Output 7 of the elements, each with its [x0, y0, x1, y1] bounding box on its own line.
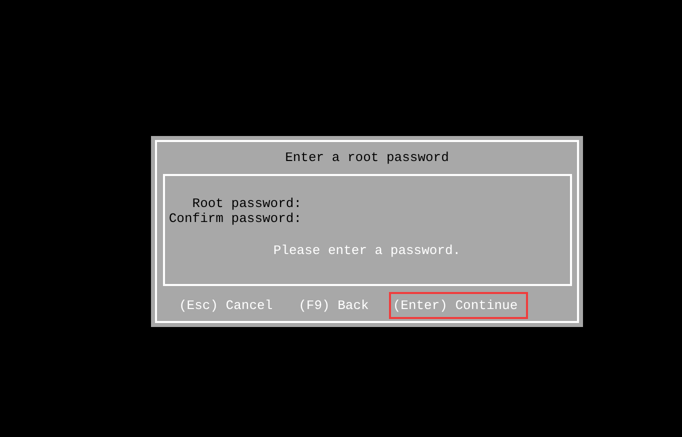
key-action[interactable]: (Enter) Continue — [388, 292, 528, 319]
field-label: Confirm password: — [168, 211, 302, 226]
key-action[interactable]: (Esc) Cancel — [179, 292, 273, 319]
key-action[interactable]: (F9) Back — [298, 292, 369, 319]
dialog-title: Enter a root password — [285, 150, 449, 165]
field-label: Root password: — [191, 196, 302, 211]
status-message: Please enter a password. — [272, 243, 462, 258]
